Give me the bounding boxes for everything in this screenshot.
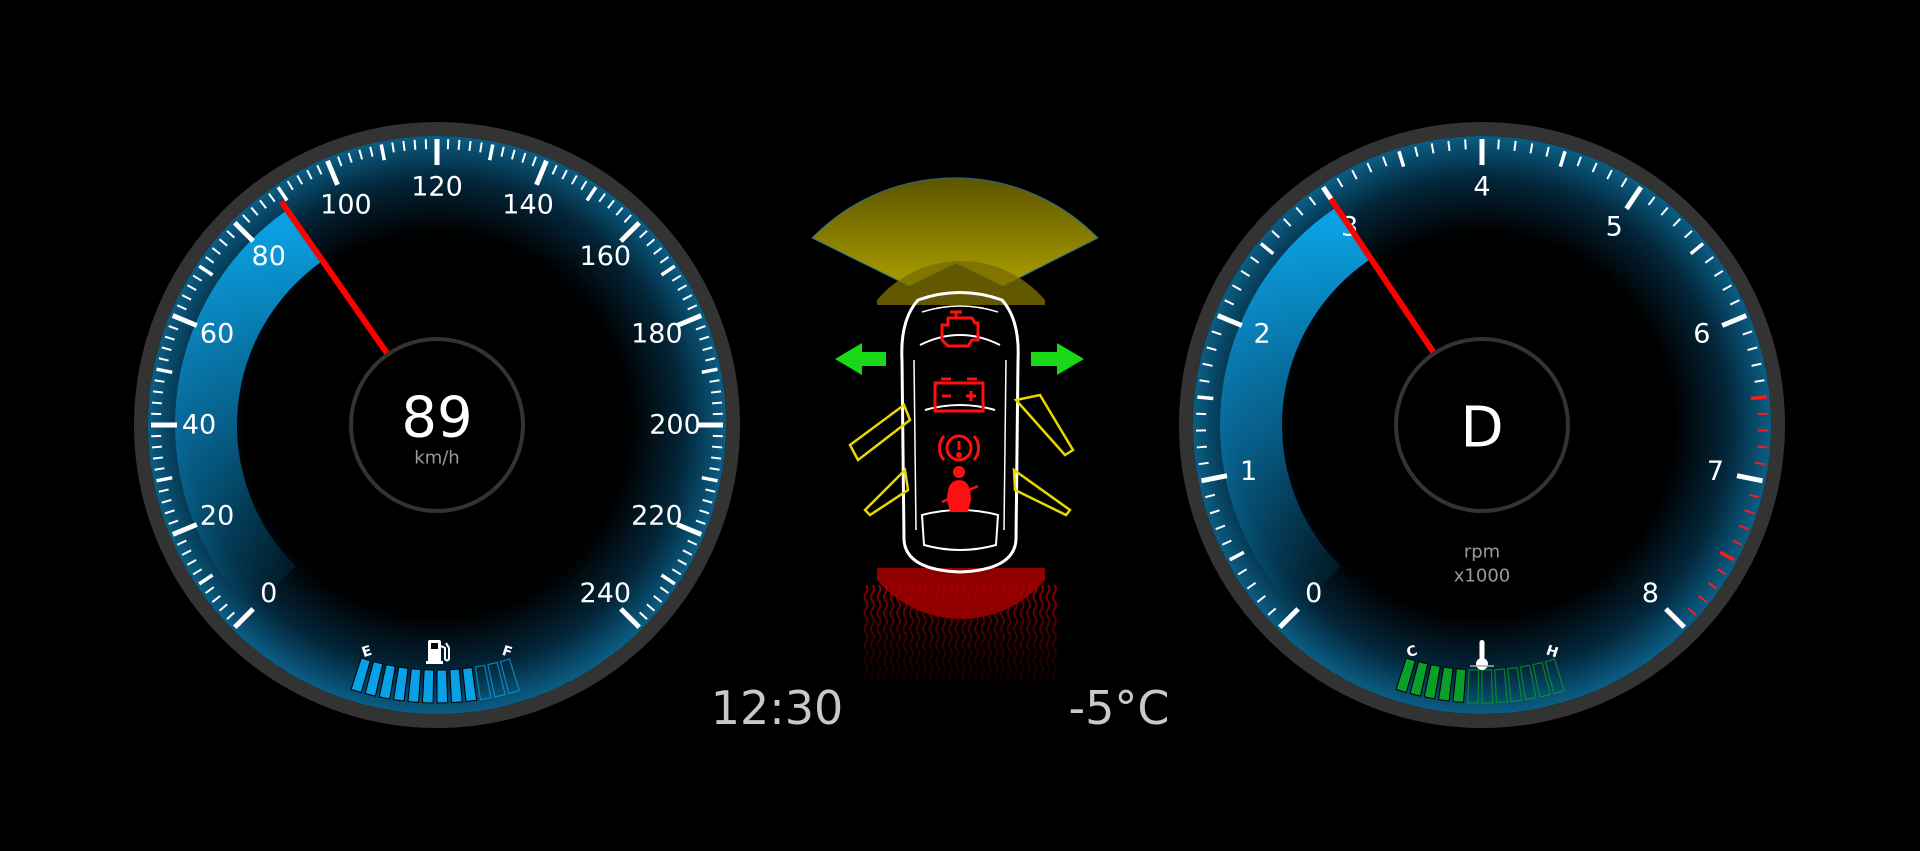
rpm-unit: rpm	[1464, 542, 1500, 563]
speed-tick-label: 220	[631, 501, 683, 532]
right-turn-signal-icon	[1031, 343, 1084, 375]
seatbelt-icon	[941, 466, 979, 512]
rear-proximity-wave	[1045, 584, 1051, 682]
rear-proximity-wave	[1032, 584, 1038, 682]
speed-minor-tick	[712, 445, 723, 449]
fuel-segment-lit	[436, 669, 449, 704]
rpm-minor-tick	[1464, 139, 1467, 150]
speed-minor-tick	[712, 401, 723, 405]
speed-minor-tick	[710, 390, 722, 394]
rpm-minor-tick	[1755, 461, 1766, 466]
speed-tick-label: 0	[260, 578, 277, 609]
rpm-minor-tick	[1757, 445, 1768, 449]
rear-proximity-wave	[883, 584, 888, 682]
rpm-tick-label: 4	[1473, 172, 1490, 203]
fuel-pump-icon	[426, 640, 450, 664]
speed-minor-tick	[710, 456, 722, 460]
speed-tick-label: 20	[200, 501, 234, 532]
rpm-tick-label: 2	[1254, 318, 1271, 349]
speed-minor-tick	[151, 445, 162, 449]
speed-tick-label: 180	[631, 318, 683, 349]
front-right-door-icon	[1013, 393, 1075, 457]
left-turn-signal-icon	[835, 343, 886, 375]
outside-temperature: -5°C	[1069, 681, 1170, 735]
speed-minor-tick	[402, 140, 406, 152]
speed-tick-label: 60	[200, 318, 234, 349]
speed-minor-tick	[152, 390, 164, 394]
rpm-tick-label: 5	[1606, 212, 1623, 243]
rpm-minor-tick	[1197, 395, 1214, 401]
speed-tick-label: 140	[502, 190, 554, 221]
speed-tick-label: 120	[411, 172, 463, 203]
parking-brake-icon	[937, 434, 981, 462]
gear-indicator: D	[1460, 396, 1503, 461]
instrument-cluster: 020406080100120140160180200220240 E F 89…	[134, 122, 1785, 735]
rpm-minor-tick	[1198, 461, 1209, 466]
rpm-minor-tick	[1750, 395, 1767, 401]
rpm-minor-tick	[1513, 140, 1517, 152]
vehicle-status-display	[811, 177, 1099, 682]
tachometer: 012345678 C H D rpm x1000	[1179, 122, 1785, 728]
car-outline	[900, 291, 1020, 574]
fuel-segment-lit	[421, 669, 435, 704]
speed-tick-label: 200	[649, 410, 701, 441]
speed-minor-tick	[151, 401, 162, 405]
rpm-tick-label: 0	[1305, 578, 1322, 609]
rear-right-door-icon	[1012, 467, 1072, 517]
rear-proximity-wave	[1039, 584, 1044, 682]
speed-minor-tick	[152, 456, 164, 460]
rear-proximity-wave	[889, 584, 895, 682]
rpm-minor-tick	[1497, 139, 1500, 150]
speed-minor-tick	[413, 139, 417, 150]
speedometer: 020406080100120140160180200220240 E F 89…	[134, 122, 740, 728]
speed-tick-label: 100	[320, 190, 372, 221]
rear-proximity-wave	[870, 584, 875, 682]
rpm-minor-tick	[1447, 140, 1451, 152]
rpm-tick-label: 1	[1240, 456, 1257, 487]
speed-tick-label: 240	[580, 578, 632, 609]
speed-tick-label: 40	[182, 410, 216, 441]
check-engine-icon	[940, 310, 980, 348]
speed-value: 89	[401, 386, 472, 451]
speed-tick-label: 160	[580, 241, 632, 272]
speed-minor-tick	[457, 139, 461, 150]
clock: 12:30	[711, 681, 844, 735]
rpm-tick-label: 8	[1642, 578, 1659, 609]
rear-left-door-icon	[863, 467, 910, 517]
rpm-tick-label: 6	[1693, 318, 1710, 349]
rear-proximity-wave	[1026, 584, 1031, 682]
rear-proximity-wave	[876, 584, 882, 682]
front-left-door-icon	[848, 403, 912, 462]
speed-minor-tick	[468, 140, 472, 152]
rear-proximity-wave	[1052, 584, 1057, 682]
speed-tick-label: 80	[252, 241, 286, 272]
rear-proximity-wave	[863, 584, 869, 682]
rpm-tick-label: 7	[1707, 456, 1724, 487]
rpm-minor-tick	[1196, 445, 1207, 449]
rpm-multiplier: x1000	[1454, 566, 1510, 587]
speed-unit: km/h	[414, 448, 459, 469]
